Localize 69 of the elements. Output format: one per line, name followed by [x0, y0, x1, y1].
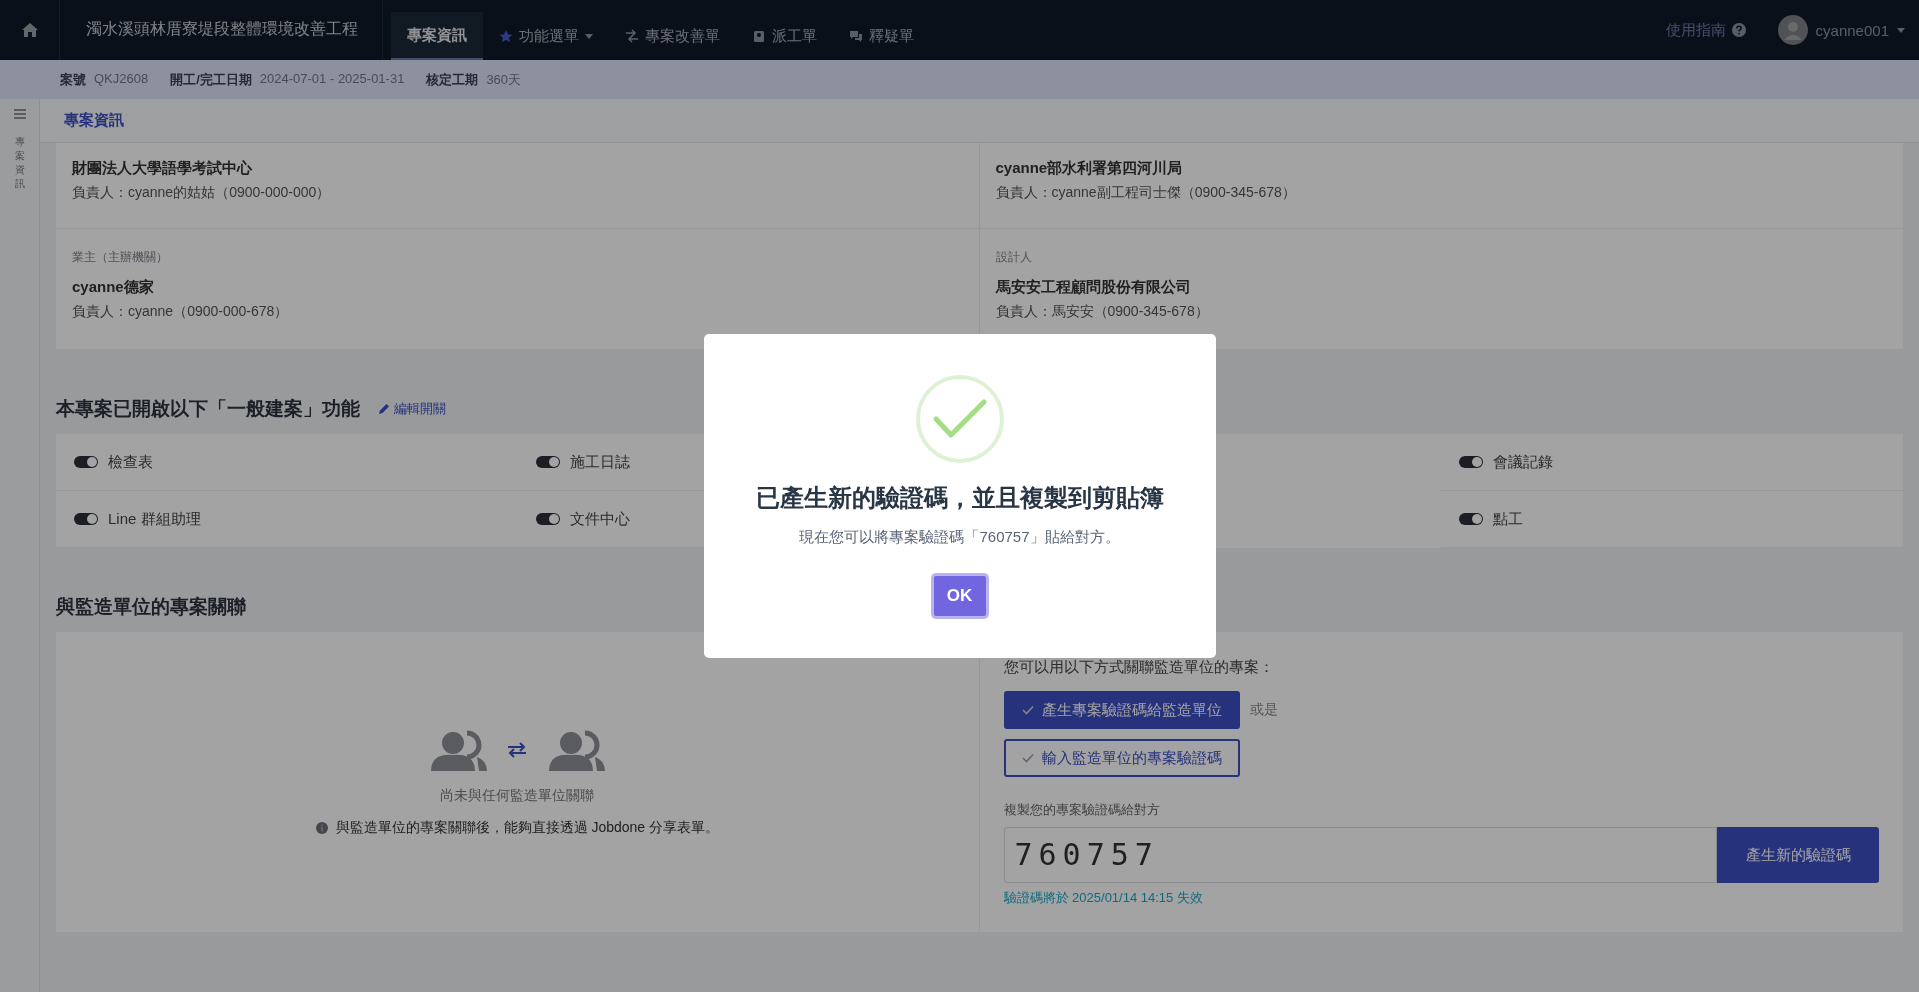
toggle-switch[interactable]: [535, 456, 560, 468]
toggle-switch[interactable]: [1459, 513, 1484, 525]
instruction-text: 您可以用以下方式關聯監造單位的專案：: [1003, 658, 1274, 677]
info-label: 核定工期: [426, 70, 479, 89]
field-label: 複製您的專案驗證碼給對方: [1003, 801, 1160, 819]
nav-tab[interactable]: 派工單: [736, 12, 833, 60]
empty-state-text: 尚未與任何監造單位關聯: [440, 787, 595, 805]
party-name: cyanne部水利署第四河川局: [995, 159, 1184, 178]
chat-bubbles-icon: [849, 29, 863, 43]
nav-tab[interactable]: 功能選單: [483, 12, 609, 60]
edit-toggles-link[interactable]: 編輯開關: [378, 400, 446, 418]
user-guide-link[interactable]: 使用指南: [1665, 20, 1746, 40]
nav-tab[interactable]: 專案資訊: [391, 12, 483, 60]
toggle-switch[interactable]: [74, 513, 98, 525]
party-role-label: 業主（主辦機關）: [72, 249, 169, 266]
party-contact: 負責人：cyanne（0900-000-678）: [72, 303, 290, 321]
section-title: 與監造單位的專案關聯: [56, 595, 246, 619]
feature-label: 文件中心: [569, 509, 630, 529]
code-field[interactable]: 760757: [1003, 827, 1717, 883]
feature-label: 點工: [1493, 509, 1524, 529]
pencil-icon: [378, 403, 390, 415]
nav-tab[interactable]: 釋疑單: [833, 12, 930, 60]
caret-icon: [585, 33, 593, 39]
feature-label: Line 群組助理: [108, 509, 201, 529]
help-icon: [1731, 23, 1746, 37]
party-name: 馬安安工程顧問股份有限公司: [995, 278, 1192, 297]
menu-icon: [13, 109, 26, 119]
info-icon: [315, 822, 328, 834]
swap-arrows-icon: [507, 742, 528, 758]
caret-icon: [1897, 27, 1905, 33]
option-button[interactable]: 產生專案驗證碼給監造單位: [1003, 691, 1240, 729]
nav-tab[interactable]: 專案改善單: [609, 12, 736, 60]
success-check-icon: [914, 374, 1005, 464]
party-contact: 負責人：cyanne副工程司士傑（0900-345-678）: [995, 184, 1297, 202]
check-icon: [1021, 705, 1034, 715]
info-value: QKJ2608: [94, 70, 149, 88]
dialog-message: 現在您可以將專案驗證碼「760757」貼給對方。: [799, 528, 1120, 547]
ok-button[interactable]: OK: [930, 573, 989, 619]
dialog-title: 已產生新的驗證碼，並且複製到剪貼簿: [755, 483, 1164, 513]
feature-label: 施工日誌: [569, 452, 630, 472]
badge-icon: [752, 29, 766, 43]
star-icon: [499, 29, 513, 43]
sidebar-label[interactable]: 專案資訊: [14, 135, 25, 191]
check-icon: [1021, 753, 1034, 763]
section-title: 本專案已開啟以下「一般建案」功能: [56, 397, 360, 421]
info-value: 2024-07-01 - 2025-01-31: [259, 70, 405, 88]
party-contact: 負責人：cyanne的姑姑（0900-000-000）: [72, 184, 332, 202]
party-role-label: 設計人: [995, 249, 1033, 266]
info-value: 360天: [486, 70, 522, 89]
party-name: cyanne德家: [72, 278, 155, 297]
option-button[interactable]: 輸入監造單位的專案驗證碼: [1003, 739, 1240, 777]
feature-label: 會議記錄: [1493, 452, 1554, 472]
swap-arrows-icon: [625, 29, 639, 43]
user-menu[interactable]: cyanne001: [1777, 15, 1905, 45]
toggle-switch[interactable]: [535, 513, 560, 525]
info-label: 案號: [60, 70, 86, 89]
expiry-text: 驗證碼將於 2025/01/14 14:15 失效: [1003, 889, 1203, 907]
feature-label: 檢查表: [108, 452, 153, 472]
hint-text: 與監造單位的專案關聯後，能夠直接透過 Jobdone 分享表單。: [335, 819, 719, 837]
toggle-switch[interactable]: [74, 456, 98, 468]
home-icon: [20, 22, 39, 38]
party-contact: 負責人：馬安安（0900-345-678）: [995, 303, 1210, 321]
or-text: 或是: [1249, 701, 1278, 719]
avatar-icon: [1777, 15, 1808, 45]
breadcrumb-link[interactable]: 專案資訊: [64, 111, 124, 130]
toggle-switch[interactable]: [1459, 456, 1484, 468]
party-name: 財團法人大學語學考試中心: [72, 159, 253, 178]
info-label: 開工/完工日期: [170, 70, 252, 89]
new-code-button[interactable]: 產生新的驗證碼: [1717, 827, 1879, 883]
